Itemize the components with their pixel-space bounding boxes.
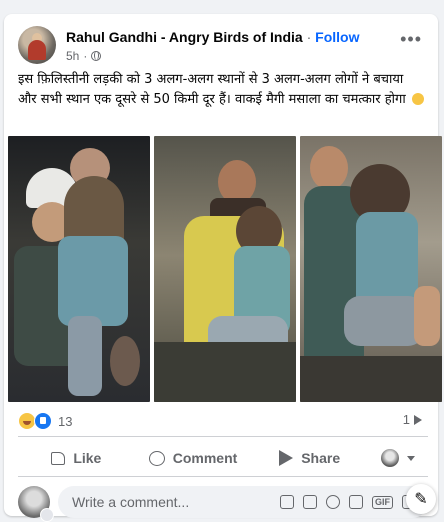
photo-panel-1	[8, 136, 150, 402]
photo-panel-3	[300, 136, 442, 402]
comment-composer: GIF	[18, 486, 428, 522]
post-card: Rahul Gandhi - Angry Birds of India · Fo…	[4, 14, 442, 522]
comment-bubble-icon	[148, 450, 165, 466]
post-time[interactable]: 5h	[66, 49, 79, 63]
share-arrow-icon	[414, 414, 422, 425]
profile-avatar-icon	[381, 449, 400, 467]
post-photo[interactable]	[8, 136, 442, 402]
comment-input[interactable]	[70, 493, 280, 511]
globe-icon	[91, 51, 102, 61]
post-text: इस फ़िलिस्तीनी लड़की को 3 अलग-अलग स्थानो…	[18, 70, 426, 110]
post-header: Rahul Gandhi - Angry Birds of India · Fo…	[18, 26, 428, 70]
photo-panel-2	[154, 136, 296, 402]
chevron-down-icon[interactable]	[40, 508, 54, 522]
comment-tools: GIF	[280, 495, 416, 509]
chevron-down-icon	[407, 455, 416, 461]
sticker-icon[interactable]	[280, 495, 294, 509]
camera-icon[interactable]	[349, 495, 363, 509]
share-label: Share	[301, 450, 341, 466]
like-label: Like	[73, 450, 102, 466]
avatar-sticker-icon[interactable]	[303, 495, 317, 509]
share-button[interactable]: Share	[251, 450, 368, 466]
reaction-summary[interactable]: 13	[18, 412, 72, 430]
post-meta: 5h ·	[66, 49, 102, 63]
action-bar: Like Comment Share	[18, 443, 428, 473]
post-body: इस फ़िलिस्तीनी लड़की को 3 अलग-अलग स्थानो…	[18, 72, 406, 107]
more-options-button[interactable]: •••	[400, 30, 422, 48]
thinking-face-emoji-icon	[411, 93, 424, 105]
thumbs-up-icon	[51, 451, 66, 465]
comment-button[interactable]: Comment	[135, 450, 252, 466]
emoji-icon[interactable]	[326, 495, 340, 509]
divider	[18, 476, 428, 477]
page-avatar[interactable]	[18, 26, 56, 64]
gif-icon[interactable]: GIF	[372, 495, 393, 509]
divider	[18, 436, 428, 437]
share-count-value: 1	[402, 412, 410, 427]
comment-box[interactable]: GIF	[58, 486, 428, 518]
like-icon	[34, 412, 52, 430]
share-count[interactable]: 1	[403, 412, 422, 427]
separator-dot: ·	[306, 29, 312, 45]
like-button[interactable]: Like	[18, 450, 135, 466]
comment-label: Comment	[172, 450, 238, 466]
react-as-selector[interactable]	[368, 449, 428, 467]
reaction-count[interactable]: 13	[58, 414, 72, 429]
share-icon	[279, 450, 294, 466]
compose-message-button[interactable]: ✎	[406, 484, 436, 514]
author-name[interactable]: Rahul Gandhi - Angry Birds of India	[66, 29, 303, 45]
post-author-line: Rahul Gandhi - Angry Birds of India · Fo…	[66, 29, 360, 45]
follow-button[interactable]: Follow	[315, 29, 359, 45]
pencil-icon: ✎	[414, 491, 428, 508]
